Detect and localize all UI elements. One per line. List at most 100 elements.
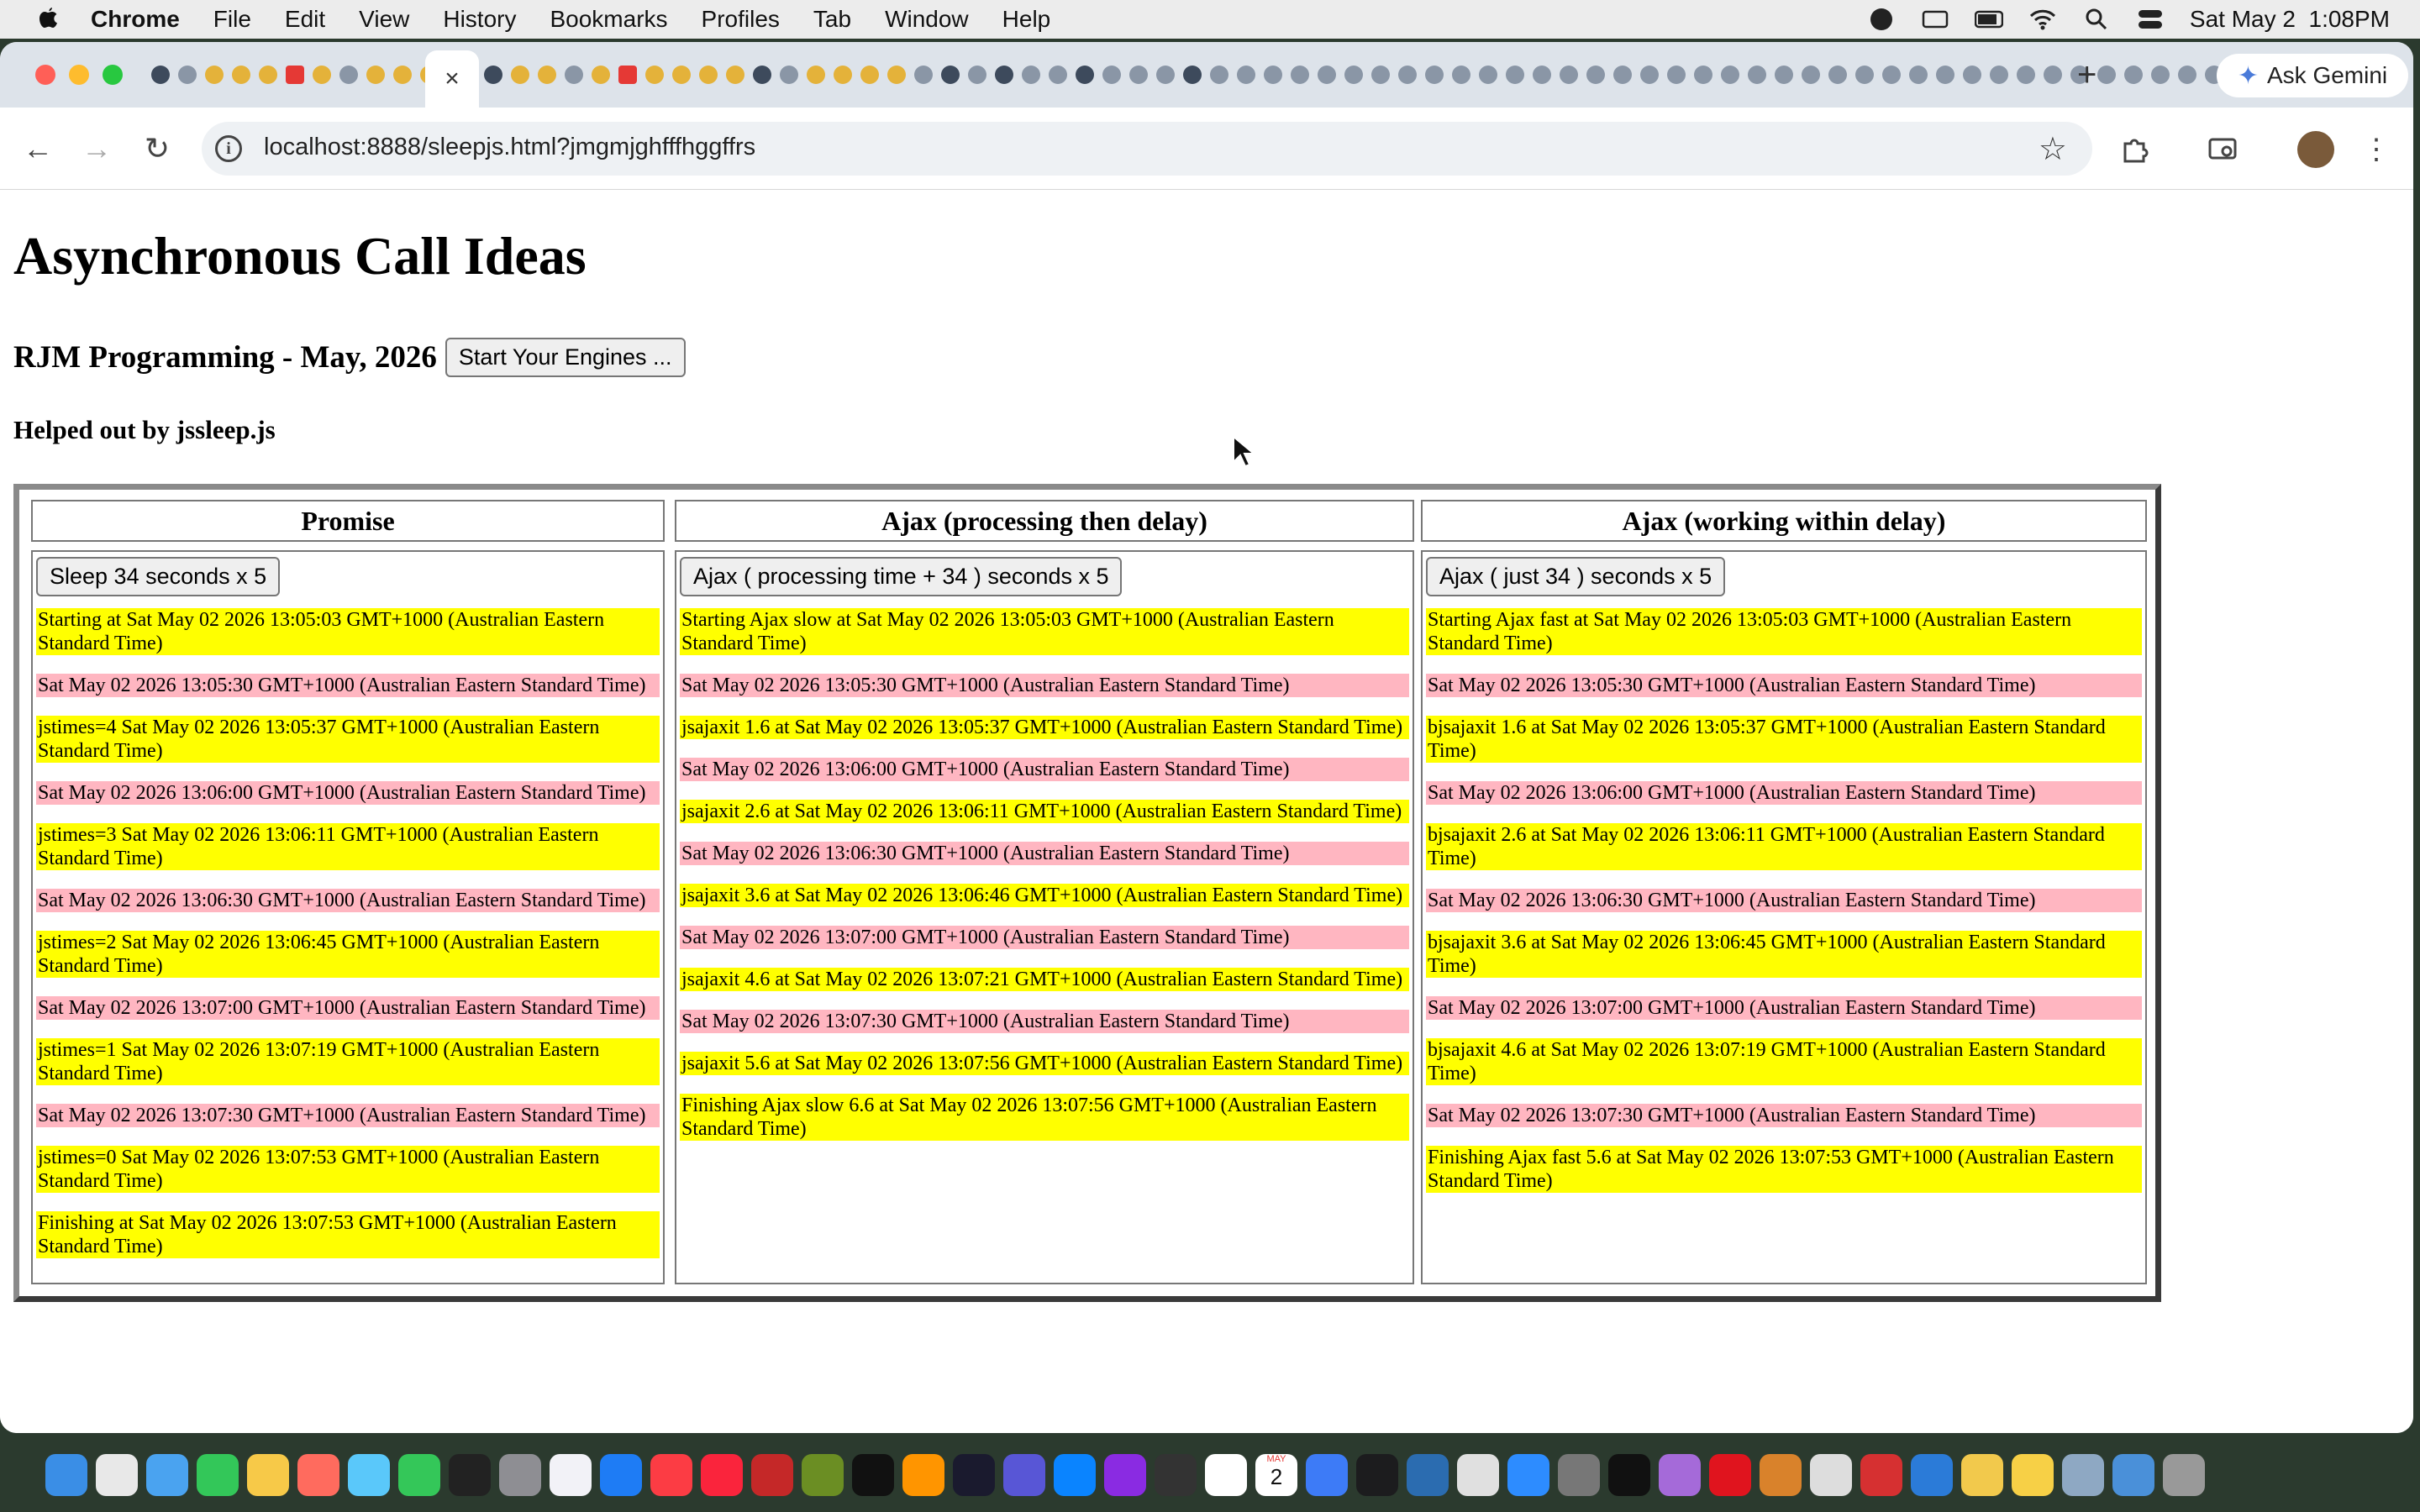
apple-icon[interactable] <box>35 5 60 34</box>
dock-app-icon[interactable] <box>1961 1454 2003 1496</box>
tab-favicon[interactable] <box>1398 66 1417 84</box>
tab-favicon[interactable] <box>1721 66 1739 84</box>
dock-app-icon[interactable] <box>2112 1454 2154 1496</box>
ask-gemini-button[interactable]: ✦ Ask Gemini <box>2217 54 2408 97</box>
tab-favicon[interactable] <box>1129 66 1148 84</box>
tab-favicon[interactable] <box>995 66 1013 84</box>
tab-favicon[interactable] <box>565 66 583 84</box>
tab-favicon[interactable] <box>1452 66 1470 84</box>
dock-app-icon[interactable] <box>348 1454 390 1496</box>
tab-favicon[interactable] <box>1425 66 1444 84</box>
tab-favicon[interactable] <box>860 66 879 84</box>
dock-app-icon[interactable] <box>1860 1454 1902 1496</box>
menu-edit[interactable]: Edit <box>285 6 325 33</box>
dock-app-icon[interactable] <box>1407 1454 1449 1496</box>
more-menu-icon[interactable]: ⋮ <box>2358 131 2395 168</box>
site-info-icon[interactable]: i <box>215 135 242 162</box>
window-minimize-button[interactable] <box>69 65 89 85</box>
tab-favicon[interactable] <box>1775 66 1793 84</box>
tab-favicon[interactable] <box>2151 66 2170 84</box>
dock-app-icon[interactable] <box>1104 1454 1146 1496</box>
tab-favicon[interactable] <box>2097 66 2116 84</box>
dock-app-icon[interactable] <box>398 1454 440 1496</box>
tab-search-icon[interactable] <box>2205 131 2242 168</box>
dock-app-icon[interactable] <box>1356 1454 1398 1496</box>
tab-favicon[interactable] <box>807 66 825 84</box>
dock-app-icon[interactable] <box>1155 1454 1197 1496</box>
reload-icon[interactable]: ↻ <box>138 129 176 168</box>
tab-favicon[interactable] <box>592 66 610 84</box>
tab-favicon[interactable] <box>753 66 771 84</box>
tab-favicon[interactable] <box>232 66 250 84</box>
spotlight-search-icon[interactable] <box>2082 7 2111 32</box>
menu-profiles[interactable]: Profiles <box>702 6 780 33</box>
control-center-icon[interactable] <box>2136 7 2165 32</box>
dock-app-icon[interactable] <box>1659 1454 1701 1496</box>
dock-app-icon[interactable] <box>297 1454 339 1496</box>
tab-favicon[interactable] <box>1076 66 1094 84</box>
menu-tab[interactable]: Tab <box>813 6 851 33</box>
tab-favicon[interactable] <box>1560 66 1578 84</box>
window-close-button[interactable] <box>35 65 55 85</box>
dock-app-icon[interactable] <box>2062 1454 2104 1496</box>
tab-favicon[interactable] <box>393 66 412 84</box>
menu-bookmarks[interactable]: Bookmarks <box>550 6 667 33</box>
dock-app-icon[interactable] <box>2163 1454 2205 1496</box>
tab-favicon[interactable] <box>1802 66 1820 84</box>
tab-favicon[interactable] <box>1237 66 1255 84</box>
tab-favicon[interactable] <box>1613 66 1632 84</box>
bookmark-star-icon[interactable]: ☆ <box>2039 130 2067 168</box>
dock-app-icon[interactable] <box>1608 1454 1650 1496</box>
tab-favicon[interactable] <box>538 66 556 84</box>
ajax-slow-button[interactable]: Ajax ( processing time + 34 ) seconds x … <box>680 557 1123 596</box>
tab-favicon[interactable] <box>1210 66 1228 84</box>
address-bar[interactable]: i localhost:8888/sleepjs.html?jmgmjghfff… <box>202 122 2092 176</box>
tab-favicon[interactable] <box>2124 66 2143 84</box>
tab-favicon[interactable] <box>1855 66 1874 84</box>
tab-favicon[interactable] <box>1049 66 1067 84</box>
tab-favicon[interactable] <box>699 66 718 84</box>
tab-favicon[interactable] <box>1533 66 1551 84</box>
dock-app-icon[interactable] <box>2012 1454 2054 1496</box>
dock-app-icon[interactable] <box>902 1454 944 1496</box>
tab-favicon[interactable] <box>484 66 502 84</box>
tab-favicon[interactable] <box>2017 66 2035 84</box>
dock-app-icon[interactable] <box>197 1454 239 1496</box>
tab-favicon[interactable] <box>780 66 798 84</box>
menu-help[interactable]: Help <box>1002 6 1051 33</box>
menu-view[interactable]: View <box>359 6 409 33</box>
tab-favicon[interactable] <box>1371 66 1390 84</box>
tab-favicon[interactable] <box>205 66 224 84</box>
battery-icon[interactable] <box>1974 7 2003 32</box>
youtube-tab-icon[interactable] <box>286 66 304 84</box>
tab-favicon[interactable] <box>339 66 358 84</box>
menubar-clock[interactable]: Sat May 2 1:08PM <box>2190 6 2390 33</box>
tab-favicon[interactable] <box>645 66 664 84</box>
dock-app-icon[interactable] <box>1003 1454 1045 1496</box>
tab-favicon[interactable] <box>1909 66 1928 84</box>
tab-favicon[interactable] <box>1936 66 1954 84</box>
tab-favicon[interactable] <box>1963 66 1981 84</box>
wifi-icon[interactable] <box>2028 7 2057 32</box>
tab-favicon[interactable] <box>2044 66 2062 84</box>
dock-app-icon[interactable] <box>1911 1454 1953 1496</box>
url-text[interactable]: localhost:8888/sleepjs.html?jmgmjghfffhg… <box>264 134 755 161</box>
user-status-icon[interactable] <box>1867 7 1896 32</box>
back-arrow-icon[interactable]: ← <box>18 129 57 168</box>
tab-favicon[interactable] <box>178 66 197 84</box>
tab-favicon[interactable] <box>1506 66 1524 84</box>
tab-favicon[interactable] <box>1183 66 1202 84</box>
ajax-fast-button[interactable]: Ajax ( just 34 ) seconds x 5 <box>1426 557 1726 596</box>
dock-app-icon[interactable] <box>449 1454 491 1496</box>
menu-file[interactable]: File <box>213 6 251 33</box>
tab-favicon[interactable] <box>1667 66 1686 84</box>
dock-app-icon[interactable] <box>1205 1454 1247 1496</box>
tab-favicon[interactable] <box>1694 66 1712 84</box>
menu-app-chrome[interactable]: Chrome <box>91 6 180 33</box>
tab-favicon[interactable] <box>968 66 986 84</box>
tab-favicon[interactable] <box>672 66 691 84</box>
dock-app-icon[interactable] <box>1810 1454 1852 1496</box>
new-tab-button[interactable]: + <box>2077 57 2096 92</box>
tab-favicon[interactable] <box>366 66 385 84</box>
tab-favicon[interactable] <box>1990 66 2008 84</box>
